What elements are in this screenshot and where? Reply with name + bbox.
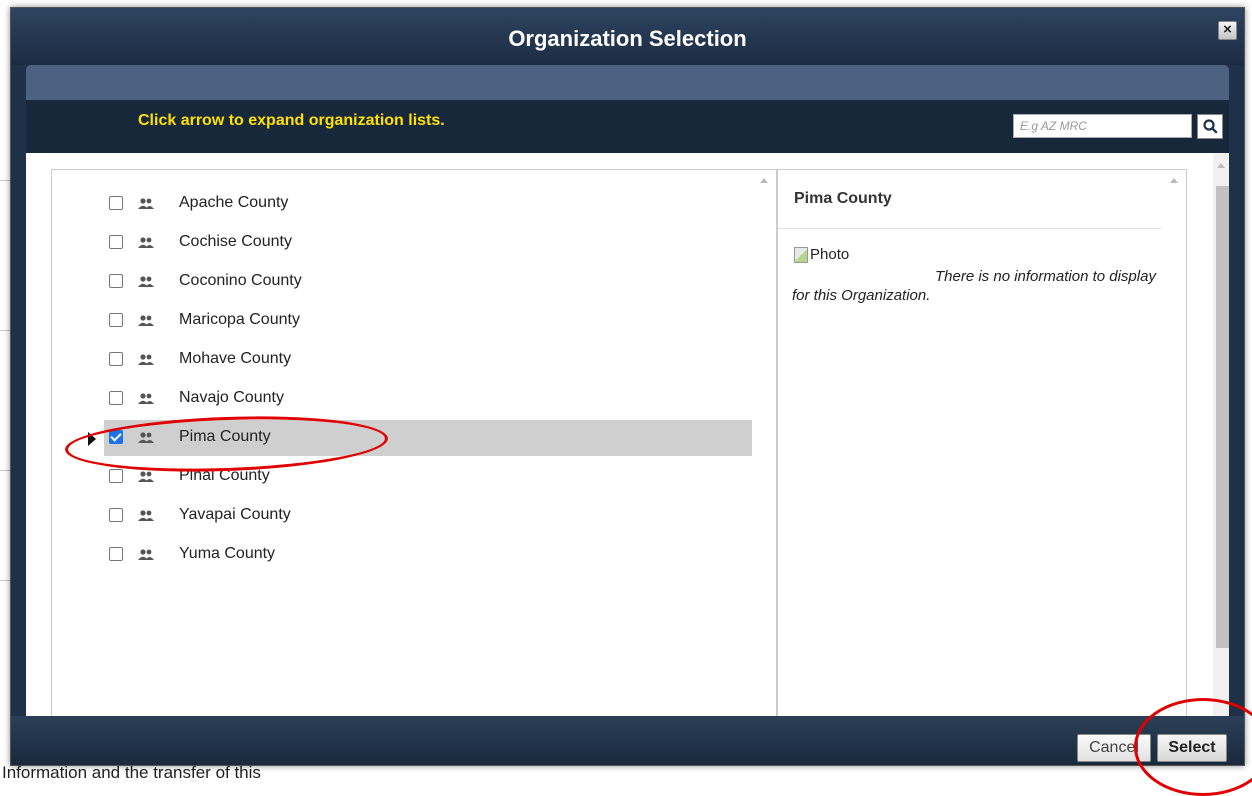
organization-name[interactable]: Mohave County	[179, 349, 291, 369]
scrollbar-thumb[interactable]	[1216, 186, 1229, 648]
organization-details-panel: Pima County Photo There is no informatio…	[777, 169, 1187, 716]
close-button[interactable]: ×	[1218, 21, 1237, 40]
people-icon	[137, 197, 155, 215]
organization-row[interactable]: Coconino County	[104, 264, 752, 300]
organization-row[interactable]: Maricopa County	[104, 303, 752, 339]
vertical-scrollbar[interactable]	[1213, 153, 1229, 716]
photo-alt-text: Photo	[810, 246, 850, 263]
organization-checkbox[interactable]	[109, 547, 123, 561]
cancel-button[interactable]: Cancel	[1077, 734, 1151, 762]
organization-row[interactable]: Pima County	[88, 420, 752, 456]
instruction-text: Click arrow to expand organization lists…	[138, 112, 445, 129]
organization-checkbox[interactable]	[109, 274, 123, 288]
organization-photo: Photo	[794, 246, 849, 263]
expand-arrow-icon[interactable]	[88, 432, 96, 446]
dialog-content: Apache County Cochise County Coconino Coun…	[26, 153, 1229, 716]
organization-list-panel: Apache County Cochise County Coconino Coun…	[51, 169, 777, 716]
dialog-titlebar: Organization Selection ×	[11, 8, 1244, 65]
organization-checkbox[interactable]	[109, 469, 123, 483]
people-icon	[137, 353, 155, 371]
organization-checkbox[interactable]	[109, 235, 123, 249]
organization-checkbox[interactable]	[109, 391, 123, 405]
organization-row[interactable]: Cochise County	[104, 225, 752, 261]
organization-name[interactable]: Pinal County	[179, 466, 270, 486]
organization-row[interactable]: Yuma County	[104, 537, 752, 573]
organization-checkbox[interactable]	[109, 508, 123, 522]
details-divider	[778, 228, 1161, 229]
organization-name[interactable]: Coconino County	[179, 271, 302, 291]
people-icon	[137, 470, 155, 488]
people-icon	[137, 314, 155, 332]
organization-name[interactable]: Navajo County	[179, 388, 284, 408]
search-icon	[1203, 119, 1218, 134]
organization-selection-dialog: Organization Selection × Click arrow to …	[10, 7, 1245, 766]
organization-checkbox[interactable]	[109, 430, 123, 444]
dialog-footer: Cancel Select	[11, 716, 1244, 765]
search-input[interactable]	[1013, 114, 1192, 138]
organization-row[interactable]: Yavapai County	[104, 498, 752, 534]
dialog-title: Organization Selection	[508, 26, 747, 51]
people-icon	[137, 392, 155, 410]
search-button[interactable]	[1197, 114, 1223, 139]
scroll-up-arrow[interactable]	[760, 178, 768, 183]
organization-checkbox[interactable]	[109, 352, 123, 366]
organization-checkbox[interactable]	[109, 196, 123, 210]
select-button[interactable]: Select	[1157, 734, 1227, 762]
organization-name[interactable]: Yuma County	[179, 544, 275, 564]
organization-checkbox[interactable]	[109, 313, 123, 327]
people-icon	[137, 431, 155, 449]
organization-name[interactable]: Maricopa County	[179, 310, 300, 330]
people-icon	[137, 236, 155, 254]
organization-name[interactable]: Apache County	[179, 193, 288, 213]
dialog-subheader	[26, 65, 1229, 100]
broken-image-icon	[794, 246, 808, 263]
people-icon	[137, 509, 155, 527]
dialog-toolbar: Click arrow to expand organization lists…	[26, 100, 1229, 153]
people-icon	[137, 548, 155, 566]
organization-row[interactable]: Pinal County	[104, 459, 752, 495]
organization-row[interactable]: Apache County	[104, 186, 752, 222]
background-text: Information and the transfer of this	[2, 763, 261, 782]
organization-info-text: There is no information to display for t…	[792, 268, 1156, 304]
scroll-up-arrow[interactable]	[1217, 163, 1225, 168]
organization-row[interactable]: Mohave County	[104, 342, 752, 378]
organization-name[interactable]: Cochise County	[179, 232, 292, 252]
organization-details-title: Pima County	[794, 190, 892, 207]
organization-name[interactable]: Yavapai County	[179, 505, 291, 525]
organization-row[interactable]: Navajo County	[104, 381, 752, 417]
organization-name[interactable]: Pima County	[179, 427, 271, 447]
scroll-up-arrow[interactable]	[1170, 178, 1178, 183]
people-icon	[137, 275, 155, 293]
